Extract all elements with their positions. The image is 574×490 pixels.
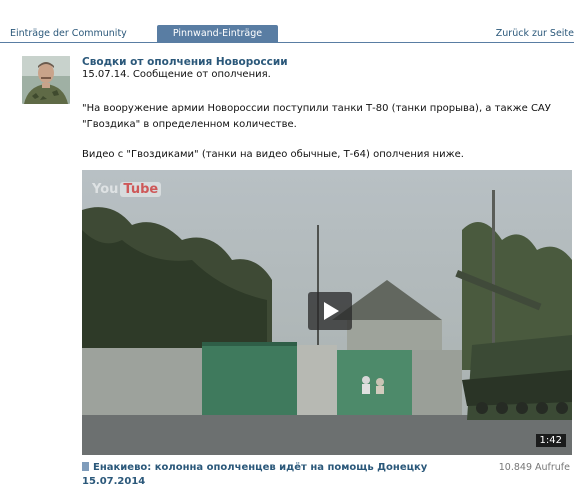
video-icon: [82, 462, 89, 471]
play-button[interactable]: [308, 292, 352, 330]
back-to-page-link[interactable]: Zurück zur Seite: [496, 25, 574, 42]
post-text-date: 15.07.14. Сообщение от ополчения.: [82, 69, 271, 80]
tab-community-entries[interactable]: Einträge der Community: [10, 25, 127, 42]
tab-bar: Einträge der Community Pinnwand-Einträge…: [0, 24, 574, 43]
youtube-logo: You Tube: [92, 182, 162, 198]
post-text-line: "На вооружение армии Новороссии поступил…: [82, 103, 551, 114]
video-title-link[interactable]: Енакиево: колонна ополченцев идёт на пом…: [82, 462, 427, 473]
post-text-line: "Гвоздика" в определенном количестве.: [82, 119, 297, 130]
post-text-line: Видео с "Гвоздиками" (танки на видео обы…: [82, 149, 464, 160]
tab-wall-entries[interactable]: Pinnwand-Einträge: [157, 25, 278, 42]
video-player[interactable]: You Tube 1:42: [82, 170, 572, 455]
play-icon: [324, 302, 339, 320]
avatar[interactable]: [22, 56, 70, 104]
video-title-text: Енакиево: колонна ополченцев идёт на пом…: [93, 462, 428, 473]
video-duration: 1:42: [535, 434, 566, 447]
video-view-count: 10.849 Aufrufe: [498, 462, 570, 473]
video-date: 15.07.2014: [82, 476, 146, 487]
